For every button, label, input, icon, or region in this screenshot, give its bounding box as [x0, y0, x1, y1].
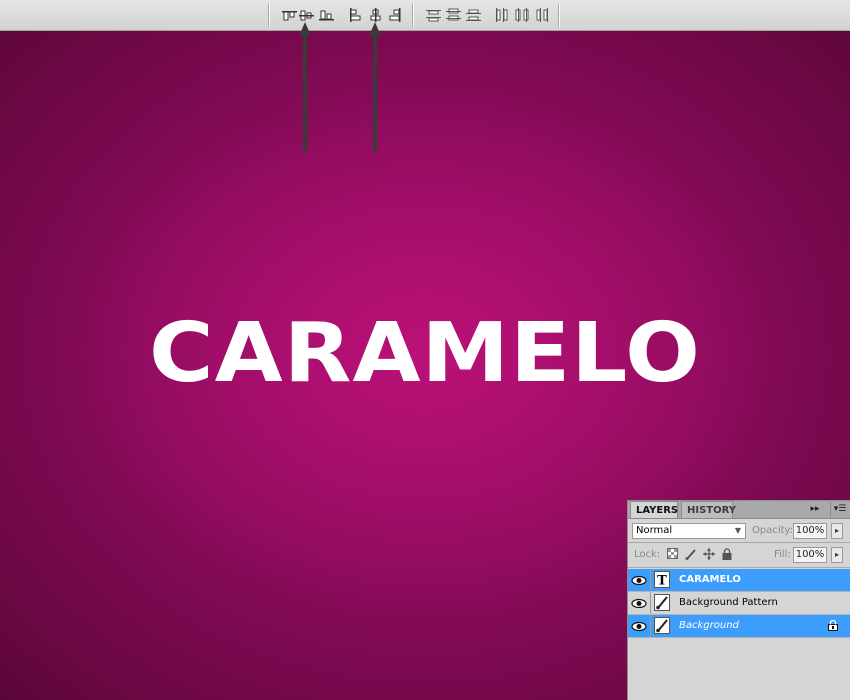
eye-visibility-icon[interactable]: [630, 595, 648, 612]
annotation-arrow-up-icon: [299, 22, 311, 152]
distribute-top-edges-button[interactable]: [425, 6, 442, 24]
fill-label: Fill:: [774, 549, 791, 560]
layer-row-caramelo[interactable]: T CARAMELO: [628, 569, 850, 592]
lock-transparent-pixels-icon[interactable]: [667, 548, 679, 560]
distribute-vertical-centers-button[interactable]: [445, 6, 462, 24]
chevron-down-icon: ▼: [734, 526, 742, 535]
text-layer-thumbnail-icon: T: [654, 571, 670, 589]
distribute-left-edges-button[interactable]: [494, 6, 511, 24]
align-left-edges-icon: [350, 8, 361, 22]
layer-name: CARAMELO: [679, 574, 741, 585]
lock-label: Lock:: [634, 549, 661, 560]
tab-history[interactable]: HISTORY: [681, 501, 736, 518]
eye-visibility-icon[interactable]: [630, 618, 648, 635]
brush-layer-thumbnail-icon: [654, 617, 670, 634]
layer-divider: [650, 569, 651, 591]
layer-name: Background Pattern: [679, 597, 778, 608]
panel-divider: [628, 567, 850, 568]
toolbar-separator: [412, 4, 414, 27]
fill-input[interactable]: 100%: [793, 547, 827, 563]
fill-slider-button[interactable]: ▸: [831, 547, 843, 563]
eye-visibility-icon[interactable]: [630, 572, 648, 589]
blend-mode-select[interactable]: Normal ▼: [632, 523, 746, 539]
layer-divider: [650, 592, 651, 614]
layers-panel: LAYERS HISTORY ▸▸ ▾☰ Normal ▼ Opacity: 1…: [627, 500, 850, 700]
blend-mode-value: Normal: [636, 525, 673, 536]
annotation-arrow-up-icon: [369, 22, 381, 152]
lock-position-move-icon[interactable]: [703, 548, 715, 560]
align-bottom-edges-icon: [319, 10, 334, 21]
svg-text:T: T: [657, 574, 667, 588]
panel-menu-icon[interactable]: ▾☰: [830, 502, 849, 517]
distribute-bottom-edges-button[interactable]: [465, 6, 482, 24]
layer-row-background-pattern[interactable]: Background Pattern: [628, 592, 850, 615]
toolbar-separator: [268, 4, 270, 27]
align-top-edges-button[interactable]: [281, 6, 298, 24]
layer-row-background[interactable]: Background: [628, 615, 850, 638]
opacity-label: Opacity:: [752, 525, 794, 536]
layer-divider: [650, 615, 651, 637]
lock-all-icon[interactable]: [721, 548, 733, 560]
distribute-top-edges-icon: [426, 10, 441, 22]
lock-image-pixels-brush-icon[interactable]: [685, 548, 697, 560]
distribute-right-edges-button[interactable]: [534, 6, 551, 24]
align-right-edges-icon: [389, 8, 401, 22]
distribute-horizontal-centers-icon: [515, 8, 529, 22]
opacity-input[interactable]: 100%: [793, 523, 827, 539]
distribute-right-edges-icon: [536, 8, 548, 22]
layer-name: Background: [679, 620, 739, 631]
panel-tab-bar: LAYERS HISTORY ▸▸ ▾☰: [628, 501, 850, 519]
distribute-vertical-centers-icon: [446, 8, 461, 21]
distribute-left-edges-icon: [496, 8, 508, 22]
brush-layer-thumbnail-icon: [654, 594, 670, 611]
distribute-horizontal-centers-button[interactable]: [514, 6, 531, 24]
toolbar-separator: [558, 4, 560, 27]
tab-layers[interactable]: LAYERS: [630, 501, 678, 518]
collapse-panel-icon[interactable]: ▸▸: [808, 502, 822, 517]
options-bar: [0, 0, 850, 31]
align-right-edges-button[interactable]: [387, 6, 404, 24]
align-top-edges-icon: [282, 11, 297, 21]
align-left-edges-button[interactable]: [347, 6, 364, 24]
align-bottom-edges-button[interactable]: [318, 6, 335, 24]
panel-divider: [628, 542, 850, 543]
caramelo-text-layer: CARAMELO: [149, 304, 701, 401]
opacity-slider-button[interactable]: ▸: [831, 523, 843, 539]
distribute-bottom-edges-icon: [466, 9, 481, 21]
layer-lock-icon: [828, 620, 838, 631]
